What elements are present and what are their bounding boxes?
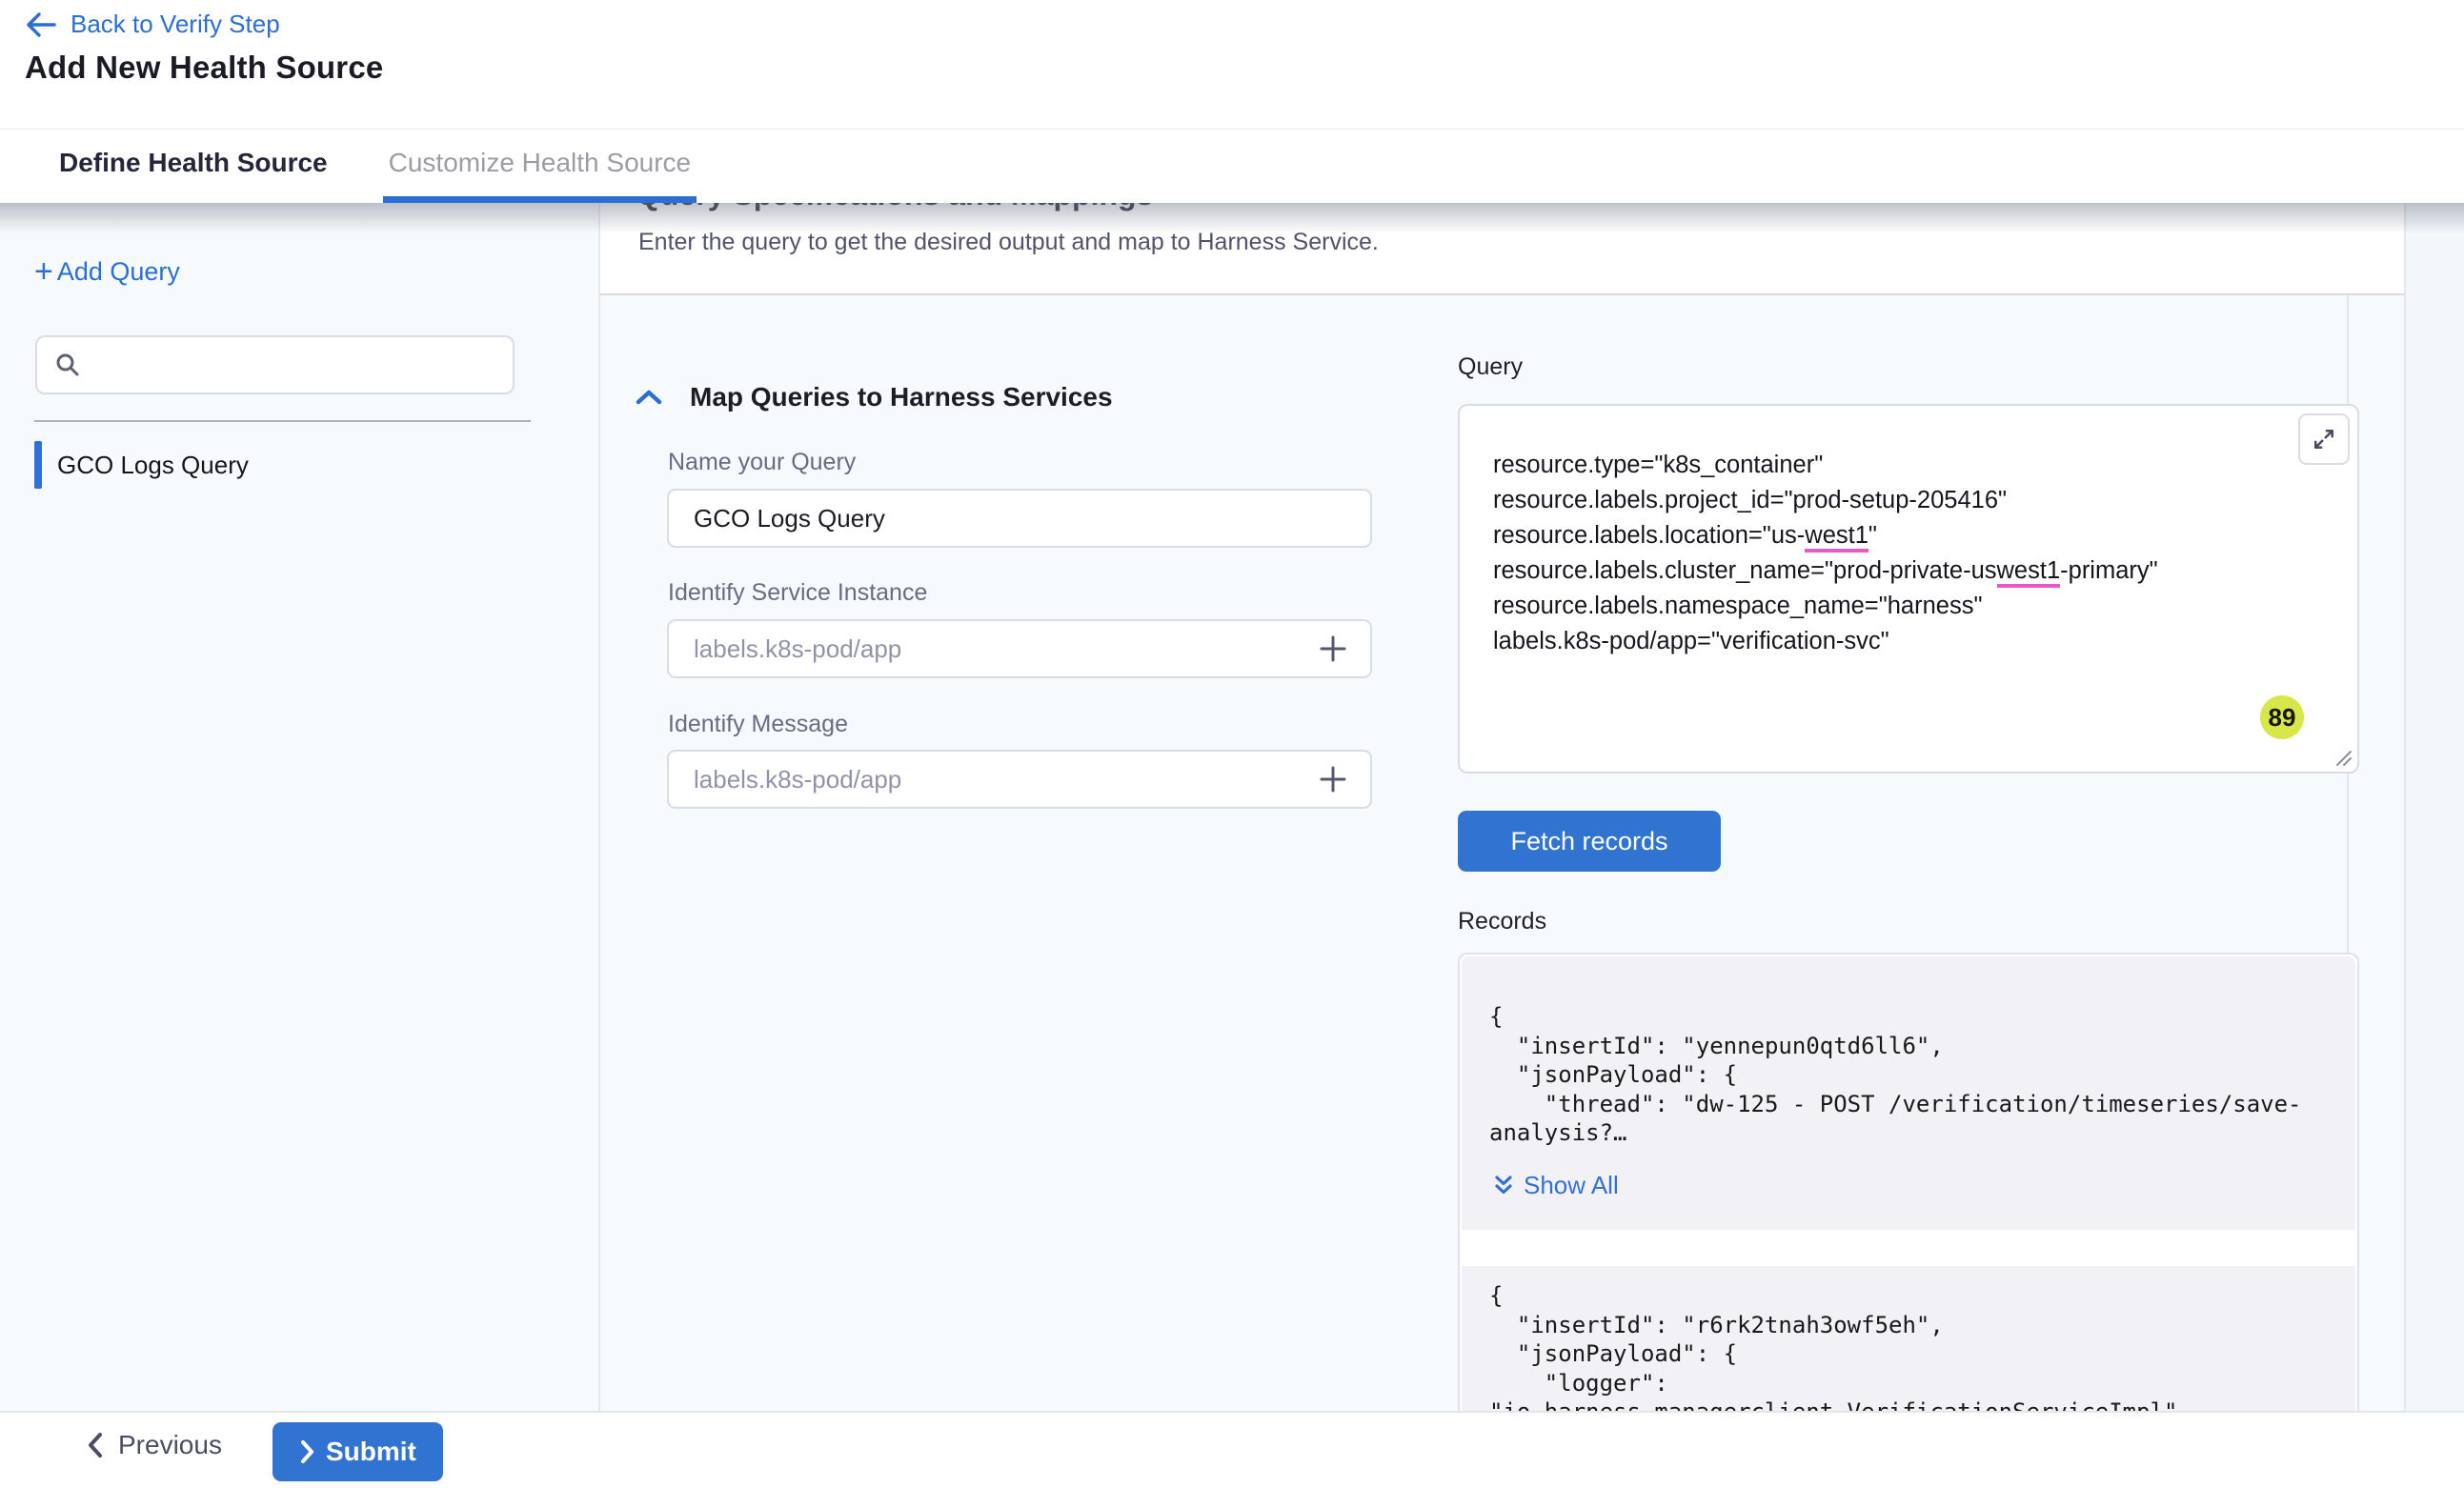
add-service-instance-button[interactable]: [1317, 633, 1349, 665]
query-name-input[interactable]: [694, 504, 1349, 533]
query-line: resource.labels.cluster_name="prod-priva…: [1493, 553, 2291, 589]
record-line: "insertId": "r6rk2tnah3owf5eh",: [1489, 1311, 2333, 1340]
query-line: resource.labels.namespace_name="harness": [1493, 589, 2291, 624]
chevron-left-icon: [86, 1431, 105, 1459]
resize-handle[interactable]: [2332, 746, 2354, 769]
expand-query-button[interactable]: [2298, 413, 2350, 465]
spellcheck-underline: west1: [1805, 522, 1868, 553]
query-search-box: [35, 335, 515, 394]
record-block: { "insertId": "yennepun0qtd6ll6", "jsonP…: [1462, 956, 2355, 1230]
back-link[interactable]: Back to Verify Step: [25, 10, 280, 39]
record-line: "jsonPayload": {: [1489, 1060, 2333, 1090]
query-line: resource.type="k8s_container": [1493, 448, 2291, 483]
identify-message-field: [667, 750, 1372, 809]
plus-icon: [1319, 765, 1347, 794]
records-label: Records: [1458, 908, 1546, 935]
right-gutter: [2404, 203, 2464, 1411]
fetch-records-button[interactable]: Fetch records: [1458, 811, 1721, 872]
selected-indicator: [34, 441, 42, 489]
add-message-button[interactable]: [1317, 763, 1349, 795]
footer-bar: Previous Submit: [0, 1411, 2464, 1488]
tab-customize-health-source[interactable]: Customize Health Source: [383, 130, 697, 203]
resize-grip-icon: [2332, 746, 2353, 767]
record-line: {: [1489, 1002, 2333, 1032]
page-title: Add New Health Source: [25, 50, 383, 86]
search-input[interactable]: [92, 352, 493, 379]
record-line: "jsonPayload": {: [1489, 1339, 2333, 1369]
chevron-right-icon: [299, 1439, 314, 1464]
submit-button[interactable]: Submit: [273, 1422, 443, 1481]
query-name-field: [667, 489, 1372, 548]
previous-label: Previous: [118, 1430, 222, 1460]
show-all-link[interactable]: Show All: [1493, 1171, 2333, 1200]
record-line: {: [1489, 1281, 2333, 1311]
query-list: GCO Logs Query: [0, 439, 598, 491]
add-health-source-page: Query Specifications and Mappings Enter …: [0, 0, 2464, 1488]
tab-bar: Define Health Source Customize Health Sou…: [0, 129, 2464, 203]
sidebar-query-item[interactable]: GCO Logs Query: [0, 439, 598, 491]
record-line: analysis?…: [1489, 1118, 2333, 1148]
record-line: "logger":: [1489, 1369, 2333, 1398]
query-panel: Query 89 resource.type="k8s_contain: [1455, 203, 2366, 1411]
mapping-form: Map Queries to Harness Services Name you…: [598, 203, 1465, 1411]
spellcheck-underline: west1: [1997, 557, 2061, 588]
expand-icon: [2311, 426, 2337, 452]
identify-message-label: Identify Message: [668, 711, 848, 738]
identify-message-input[interactable]: [694, 765, 1317, 794]
character-count-badge: 89: [2260, 695, 2304, 739]
query-line: resource.labels.project_id="prod-setup-2…: [1493, 483, 2291, 518]
service-instance-input[interactable]: [694, 634, 1317, 664]
query-label: Query: [1458, 353, 1523, 381]
service-instance-label: Identify Service Instance: [668, 579, 927, 607]
double-chevron-down-icon: [1493, 1174, 1514, 1196]
name-query-label: Name your Query: [668, 449, 856, 476]
search-icon: [54, 352, 81, 378]
page-header: Back to Verify Step Add New Health Sourc…: [0, 0, 2464, 129]
sidebar-list-divider: [34, 420, 531, 422]
query-textarea[interactable]: 89 resource.type="k8s_container"resource…: [1458, 404, 2359, 774]
plus-icon: [1319, 634, 1347, 663]
query-line: resource.labels.location="us-west1": [1493, 518, 2291, 553]
back-link-label: Back to Verify Step: [71, 10, 280, 39]
plus-icon: +: [34, 259, 53, 285]
collapse-chevron-up-icon[interactable]: [635, 388, 663, 407]
record-line: "thread": "dw-125 - POST /verification/t…: [1489, 1090, 2333, 1119]
previous-button[interactable]: Previous: [86, 1430, 222, 1460]
submit-label: Submit: [326, 1437, 416, 1467]
back-arrow-icon: [25, 10, 57, 39]
tab-define-health-source[interactable]: Define Health Source: [53, 130, 333, 203]
add-query-button[interactable]: + Add Query: [34, 257, 180, 287]
records-box: { "insertId": "yennepun0qtd6ll6", "jsonP…: [1458, 953, 2359, 1486]
query-line: labels.k8s-pod/app="verification-svc": [1493, 624, 2291, 659]
add-query-label: Add Query: [57, 257, 180, 287]
service-instance-field: [667, 619, 1372, 678]
record-line: "insertId": "yennepun0qtd6ll6",: [1489, 1032, 2333, 1061]
query-sidebar: + Add Query GCO Logs Query: [0, 203, 598, 1411]
query-item-label: GCO Logs Query: [57, 451, 249, 480]
map-queries-heading: Map Queries to Harness Services: [690, 382, 1113, 412]
